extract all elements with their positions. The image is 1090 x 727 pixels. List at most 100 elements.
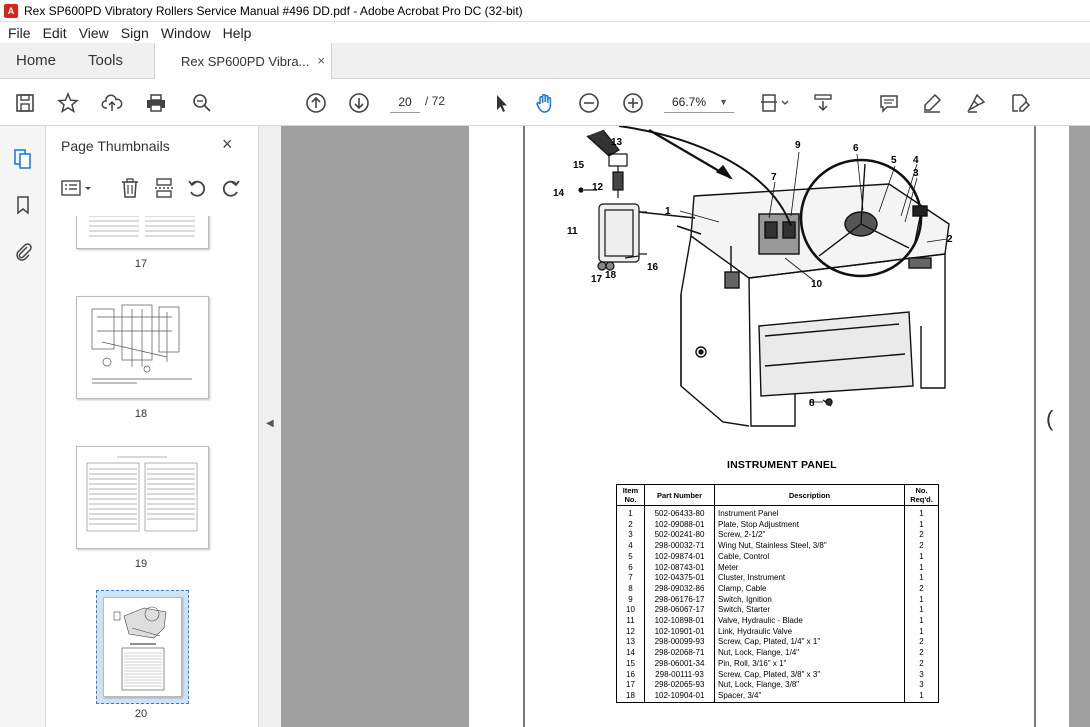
search-button[interactable] [189, 90, 215, 116]
options-menu-button[interactable] [60, 176, 94, 200]
highlight-button[interactable] [919, 90, 945, 116]
thumbnail-label-20: 20 [134, 708, 148, 720]
rotate-right-button[interactable] [219, 176, 243, 200]
cell-item: 7 [616, 573, 645, 584]
page-preview [86, 456, 198, 532]
cell-part: 102-04375-01 [644, 573, 715, 584]
callout-18: 18 [605, 270, 617, 281]
zoom-out-button[interactable] [576, 90, 602, 116]
zoom-in-button[interactable] [620, 90, 646, 116]
cell-item: 5 [616, 551, 645, 563]
cell-item: 18 [616, 690, 645, 703]
cell-qty: 1 [904, 519, 939, 531]
table-row: 4 298-00032-71 Wing Nut, Stainless Steel, … [616, 541, 939, 552]
fill-sign-button[interactable] [963, 90, 989, 116]
cell-item: 14 [616, 648, 645, 659]
callout-13: 13 [611, 137, 623, 148]
chevron-down-icon: ▼ [719, 97, 728, 107]
table-row: 13 298-00099-93 Screw, Cap, Plated, 1/4" x… [616, 637, 939, 649]
attachments-button[interactable] [10, 238, 36, 264]
panel-collapse-handle[interactable]: ◀ [259, 126, 281, 727]
cell-part: 502-00241-80 [644, 530, 715, 542]
tab-home[interactable]: Home [16, 52, 56, 69]
upload-button[interactable] [99, 90, 125, 116]
thumbnail-label-17: 17 [134, 258, 148, 270]
table-row: 1 502-06433-80 Instrument Panel 1 [616, 505, 939, 520]
page-number-input[interactable]: 20 [390, 91, 420, 113]
cell-item: 2 [616, 519, 645, 531]
cell-desc: Screw, Cap, Plated, 1/4" x 1" [714, 637, 905, 649]
thumbnail-page-18[interactable] [76, 296, 209, 399]
print-button[interactable] [143, 90, 169, 116]
menu-help[interactable]: Help [217, 25, 258, 41]
menu-sign[interactable]: Sign [115, 25, 155, 41]
bookmark-star-button[interactable] [55, 90, 81, 116]
cell-desc: Wing Nut, Stainless Steel, 3/8" [714, 541, 905, 552]
bookmarks-button[interactable] [10, 192, 36, 218]
list-menu-icon [61, 180, 91, 196]
menu-view[interactable]: View [73, 25, 115, 41]
cell-qty: 1 [904, 626, 939, 638]
cell-desc: Nut, Lock, Flange, 3/8" [714, 680, 905, 691]
scroll-down-icon [814, 94, 832, 112]
rotate-cw-icon [222, 180, 240, 197]
menu-edit[interactable]: Edit [37, 25, 73, 41]
arrow-up-circle-icon [306, 93, 326, 113]
cell-qty: 1 [904, 605, 939, 617]
edit-pdf-button[interactable] [1007, 90, 1033, 116]
delete-page-button[interactable] [118, 176, 142, 200]
callout-3: 3 [913, 168, 919, 179]
page-fit-icon [761, 94, 789, 112]
next-page-button[interactable] [346, 90, 372, 116]
cell-part: 102-10901-01 [644, 626, 715, 638]
page-preview [113, 606, 167, 691]
cell-desc: Pin, Roll, 3/16" x 1" [714, 658, 905, 670]
cell-qty: 2 [904, 648, 939, 659]
plus-circle-icon [623, 93, 643, 113]
cell-part: 298-06067-17 [644, 605, 715, 617]
title-bar: A Rex SP600PD Vibratory Rollers Service … [0, 0, 1090, 22]
cell-item: 12 [616, 626, 645, 638]
tab-close-icon[interactable]: × [317, 53, 325, 68]
cell-part: 502-06433-80 [644, 505, 715, 520]
page-thumbnails-button[interactable] [10, 146, 36, 172]
page-display-button[interactable] [756, 90, 792, 116]
save-button[interactable] [12, 90, 38, 116]
table-row: 12 102-10901-01 Link, Hydraulic Valve 1 [616, 626, 939, 638]
rotate-left-button[interactable] [185, 176, 209, 200]
document-view[interactable]: 13 15 12 14 1 11 16 17 18 9 7 6 5 4 3 2 … [281, 126, 1090, 727]
table-row: 11 102-10898-01 Valve, Hydraulic - Blade 1 [616, 616, 939, 627]
menu-file[interactable]: File [0, 25, 37, 41]
insert-page-button[interactable] [152, 176, 176, 200]
zoom-level-value: 66.7% [672, 95, 707, 109]
next-page-edge: ( [1046, 406, 1054, 431]
callout-2: 2 [947, 234, 953, 245]
pages-icon [14, 149, 31, 169]
callout-17: 17 [591, 274, 603, 285]
pointer-arrow-icon [497, 95, 507, 112]
cell-desc: Spacer, 3/4" [714, 690, 905, 703]
close-icon[interactable]: × [222, 134, 233, 155]
cell-desc: Switch, Starter [714, 605, 905, 617]
panel-title: Page Thumbnails [61, 138, 170, 154]
previous-page-button[interactable] [303, 90, 329, 116]
tab-document[interactable]: Rex SP600PD Vibra... × [154, 43, 332, 79]
zoom-level-select[interactable]: 66.7% ▼ [664, 91, 734, 113]
thumbnail-page-17[interactable] [76, 216, 209, 249]
tab-tools[interactable]: Tools [88, 52, 123, 69]
menu-window[interactable]: Window [155, 25, 217, 41]
cell-item: 6 [616, 562, 645, 574]
thumbnail-list: 17 18 19 20 [46, 216, 236, 727]
cell-desc: Cluster, Instrument [714, 573, 905, 584]
thumbnail-page-19[interactable] [76, 446, 209, 549]
cell-qty: 1 [904, 505, 939, 520]
cell-item: 11 [616, 616, 645, 627]
hand-tool-button[interactable] [532, 90, 558, 116]
cloud-upload-icon [101, 94, 123, 111]
comment-button[interactable] [876, 90, 902, 116]
select-tool-button[interactable] [488, 90, 514, 116]
zoom-search-icon [193, 94, 211, 112]
table-row: 16 298-00111-93 Screw, Cap, Plated, 3/8" x… [616, 669, 939, 681]
scroll-mode-button[interactable] [810, 90, 836, 116]
thumbnail-page-20[interactable] [103, 597, 182, 697]
